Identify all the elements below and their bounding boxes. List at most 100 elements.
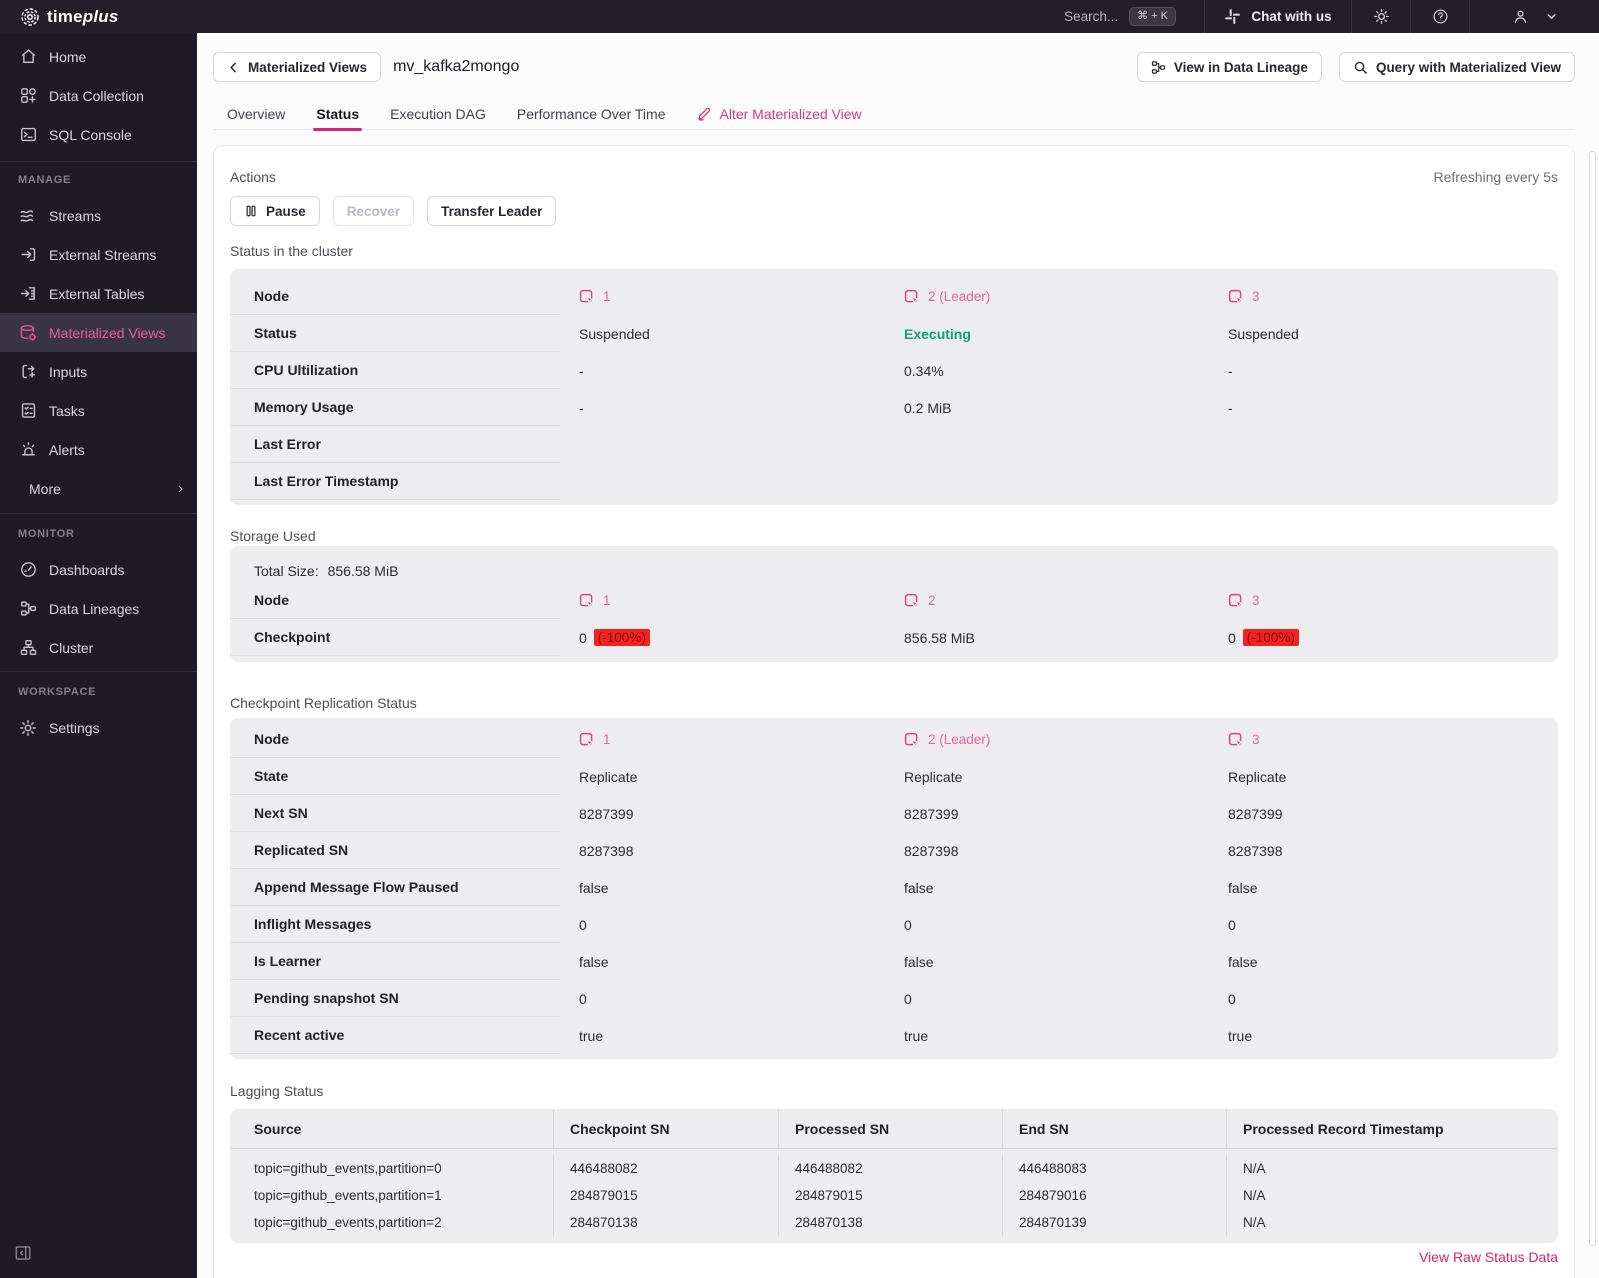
sidebar-item-home[interactable]: Home	[0, 37, 197, 76]
table-row: CPU Ultilization - 0.34% -	[230, 352, 1558, 389]
chat-with-us-button[interactable]: Chat with us	[1204, 0, 1351, 33]
help-button[interactable]	[1410, 0, 1469, 33]
table-row: Recent active true true true	[230, 1017, 1558, 1054]
node-icon	[1228, 593, 1244, 609]
timeplus-logo[interactable]: timeplus	[0, 7, 119, 27]
total-size: Total Size: 856.58 MiB	[254, 563, 399, 579]
main-content: Materialized Views mv_kafka2mongo View i…	[197, 33, 1599, 1278]
back-to-materialized-views-button[interactable]: Materialized Views	[213, 52, 382, 82]
theme-toggle-button[interactable]	[1351, 0, 1410, 33]
sidebar-item-tasks[interactable]: Tasks	[0, 391, 197, 430]
tasks-icon	[18, 401, 38, 421]
table-row: Node 1 2 3	[230, 582, 1558, 619]
node-icon	[904, 732, 920, 748]
sidebar-item-materialized-views[interactable]: Materialized Views	[0, 313, 197, 352]
checkpoint-node1: 0 (-100%)	[560, 619, 885, 656]
collapse-sidebar-icon	[15, 1246, 31, 1260]
sidebar-item-inputs[interactable]: Inputs	[0, 352, 197, 391]
checkpoint-delta-badge: (-100%)	[1242, 629, 1299, 646]
sidebar-item-cluster[interactable]: Cluster	[0, 628, 197, 667]
data-collection-icon	[18, 86, 38, 106]
sidebar-item-dashboards[interactable]: Dashboards	[0, 550, 197, 589]
sidebar-item-external-streams[interactable]: External Streams	[0, 235, 197, 274]
node-icon	[904, 593, 920, 609]
node-badge: 2	[904, 593, 936, 609]
node-badge: 3	[1228, 289, 1260, 305]
node-badge: 3	[1228, 593, 1260, 609]
pause-button[interactable]: Pause	[230, 196, 320, 226]
table-row: Node 1 2 (Leader) 3	[230, 721, 1558, 758]
table-row: Next SN 8287399 8287399 8287399	[230, 795, 1558, 832]
replication-status-title: Checkpoint Replication Status	[230, 695, 417, 711]
sidebar: Home Data Collection SQL Console MANAGE …	[0, 33, 197, 1278]
sidebar-item-more[interactable]: More ›	[0, 469, 197, 508]
streams-icon	[18, 206, 38, 226]
pencil-icon	[698, 107, 711, 121]
storage-used-title: Storage Used	[230, 528, 316, 544]
alter-materialized-view-link[interactable]: Alter Materialized View	[696, 106, 862, 122]
lineage-icon	[1151, 60, 1165, 74]
table-row: State Replicate Replicate Replicate	[230, 758, 1558, 795]
checkpoint-node2: 856.58 MiB	[904, 629, 975, 646]
tab-overview[interactable]: Overview	[227, 99, 285, 130]
tab-performance-over-time[interactable]: Performance Over Time	[517, 99, 666, 130]
settings-icon	[18, 718, 38, 738]
transfer-leader-button[interactable]: Transfer Leader	[427, 196, 557, 226]
cluster-status-table: Node 1 2 (Leader) 3 Status Suspended Exe…	[230, 269, 1558, 505]
sidebar-item-data-lineages[interactable]: Data Lineages	[0, 589, 197, 628]
checkpoint-node3: 0 (-100%)	[1209, 619, 1558, 656]
search-input[interactable]: Search... ⌘ + K	[1036, 0, 1204, 33]
table-row: topic=github_events,partition=1 28487901…	[230, 1182, 1558, 1209]
node-badge: 3	[1228, 732, 1260, 748]
status-panel: Actions Refreshing every 5s Pause Recove…	[213, 145, 1575, 1278]
tab-execution-dag[interactable]: Execution DAG	[390, 99, 486, 130]
view-raw-status-data-link[interactable]: View Raw Status Data	[1419, 1249, 1558, 1265]
sidebar-item-external-tables[interactable]: External Tables	[0, 274, 197, 313]
sidebar-item-sql-console[interactable]: SQL Console	[0, 115, 197, 154]
user-icon	[1514, 10, 1526, 23]
inputs-icon	[18, 362, 38, 382]
user-menu[interactable]	[1469, 0, 1599, 33]
data-lineages-icon	[18, 599, 38, 619]
sidebar-section-manage: MANAGE	[18, 174, 72, 186]
sidebar-section-monitor: MONITOR	[18, 528, 75, 540]
query-with-materialized-view-button[interactable]: Query with Materialized View	[1338, 52, 1575, 82]
table-row: Inflight Messages 0 0 0	[230, 906, 1558, 943]
brand-wordmark: timeplus	[47, 6, 119, 26]
tab-status[interactable]: Status	[313, 99, 362, 131]
alerts-icon	[18, 440, 38, 460]
sidebar-item-data-collection[interactable]: Data Collection	[0, 76, 197, 115]
table-row: Replicated SN 8287398 8287398 8287398	[230, 832, 1558, 869]
sidebar-item-alerts[interactable]: Alerts	[0, 430, 197, 469]
replication-status-table: Node 1 2 (Leader) 3 State Replicate Repl…	[230, 718, 1558, 1059]
column-header: Checkpoint SN	[553, 1109, 778, 1149]
column-header: Processed Record Timestamp	[1226, 1109, 1558, 1149]
sidebar-item-streams[interactable]: Streams	[0, 196, 197, 235]
node-icon	[904, 289, 920, 305]
search-placeholder: Search...	[1064, 9, 1119, 24]
chevron-down-icon	[1547, 14, 1555, 20]
refresh-interval-note: Refreshing every 5s	[1433, 169, 1558, 185]
node-icon	[579, 593, 595, 609]
node-badge: 1	[579, 732, 611, 748]
divider	[0, 161, 197, 162]
vertical-scrollbar[interactable]	[1589, 151, 1596, 1246]
actions-title: Actions	[230, 169, 276, 185]
recover-button[interactable]: Recover	[332, 196, 415, 226]
sidebar-item-settings[interactable]: Settings	[0, 708, 197, 747]
action-buttons: Pause Recover Transfer Leader	[230, 196, 1558, 226]
node-icon	[579, 732, 595, 748]
divider	[0, 513, 197, 514]
node-icon	[1228, 289, 1244, 305]
table-row: Last Error	[230, 426, 1558, 463]
table-row: Memory Usage - 0.2 MiB -	[230, 389, 1558, 426]
node-badge: 2 (Leader)	[904, 732, 990, 748]
node-badge: 1	[579, 593, 611, 609]
collapse-sidebar-button[interactable]	[14, 1244, 32, 1262]
dashboards-icon	[18, 560, 38, 580]
slack-icon	[1225, 9, 1241, 24]
page-title: mv_kafka2mongo	[393, 58, 520, 75]
table-row: Append Message Flow Paused false false f…	[230, 869, 1558, 906]
chevron-left-icon	[230, 62, 236, 72]
view-in-data-lineage-button[interactable]: View in Data Lineage	[1136, 52, 1322, 82]
